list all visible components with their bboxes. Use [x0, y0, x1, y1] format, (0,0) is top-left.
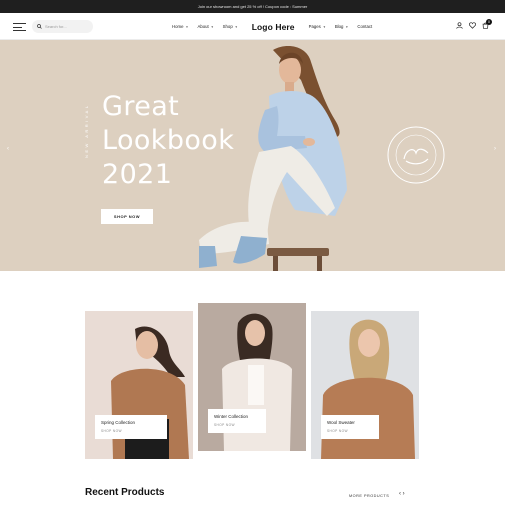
nav-home-label: Home	[172, 24, 184, 29]
hero-prev-arrow[interactable]: ‹	[7, 146, 9, 152]
cart-count-badge: 0	[486, 19, 492, 25]
product-nav-arrows: ‹ ›	[399, 491, 405, 497]
more-products-link[interactable]: MORE PRODUCTS	[349, 494, 389, 498]
badge-seal-icon	[387, 126, 445, 184]
nav-contact-label: Contact	[357, 24, 373, 29]
chevron-down-icon: ▼	[210, 24, 214, 29]
header-actions: 0	[456, 19, 492, 29]
announcement-text: Join our showroom and get 25 % off ! Cou…	[197, 4, 308, 9]
hero-shop-button[interactable]: SHOP NOW	[101, 209, 153, 224]
collection-card[interactable]: Winter Collection SHOP NOW	[198, 303, 306, 451]
collection-label: Spring Collection SHOP NOW	[95, 415, 167, 439]
collection-title: Wool Sweater	[327, 420, 355, 425]
recent-products-heading: Recent Products	[85, 487, 165, 498]
nav-about[interactable]: About ▼	[197, 24, 213, 29]
hero-vertical-text: NEW ARRIVAL	[84, 103, 89, 158]
nav-blog-label: Blog	[334, 24, 344, 29]
hero-model-image	[199, 46, 347, 271]
collection-title: Winter Collection	[214, 414, 249, 419]
search-box[interactable]	[32, 20, 93, 33]
announcement-bar: Join our showroom and get 25 % off ! Cou…	[0, 0, 505, 13]
collection-cards: Spring Collection SHOP NOW Winter Collec…	[0, 271, 505, 471]
collection-card[interactable]: Spring Collection SHOP NOW	[85, 311, 193, 459]
menu-icon[interactable]	[13, 23, 26, 31]
nav-home[interactable]: Home ▼	[172, 24, 188, 29]
chevron-down-icon: ▼	[322, 24, 326, 29]
hero-next-arrow[interactable]: ›	[494, 146, 496, 152]
chevron-left-icon[interactable]: ‹	[399, 491, 401, 497]
search-input[interactable]	[45, 24, 90, 29]
site-header: Home ▼ About ▼ Shop ▼ Logo Here Pages ▼ …	[0, 13, 505, 40]
collection-link[interactable]: SHOP NOW	[101, 429, 161, 433]
chevron-right-icon[interactable]: ›	[403, 491, 405, 497]
nav-pages[interactable]: Pages ▼	[309, 24, 326, 29]
collection-title: Spring Collection	[101, 420, 136, 425]
nav-shop[interactable]: Shop ▼	[223, 24, 238, 29]
chevron-down-icon: ▼	[234, 24, 238, 29]
cart-button[interactable]: 0	[482, 19, 492, 29]
user-icon[interactable]	[456, 22, 463, 29]
collection-card[interactable]: Wool Sweater SHOP NOW	[311, 311, 419, 459]
nav-contact[interactable]: Contact	[357, 24, 372, 29]
collection-label: Winter Collection SHOP NOW	[208, 409, 266, 433]
heart-icon[interactable]	[469, 22, 476, 29]
nav-about-label: About	[197, 24, 209, 29]
collection-link[interactable]: SHOP NOW	[327, 429, 373, 433]
nav-blog[interactable]: Blog ▼	[335, 24, 349, 29]
nav-pages-label: Pages	[308, 24, 321, 29]
chevron-down-icon: ▼	[345, 24, 349, 29]
hero-banner: ‹ NEW ARRIVAL Great Lookbook 2021 SHOP N…	[0, 40, 505, 271]
site-logo[interactable]: Logo Here	[252, 22, 295, 32]
main-nav: Home ▼ About ▼ Shop ▼ Logo Here Pages ▼ …	[172, 13, 381, 40]
collection-link[interactable]: SHOP NOW	[214, 423, 260, 427]
chevron-down-icon: ▼	[185, 24, 189, 29]
nav-shop-label: Shop	[222, 24, 233, 29]
collection-label: Wool Sweater SHOP NOW	[321, 415, 379, 439]
search-icon	[37, 24, 42, 29]
